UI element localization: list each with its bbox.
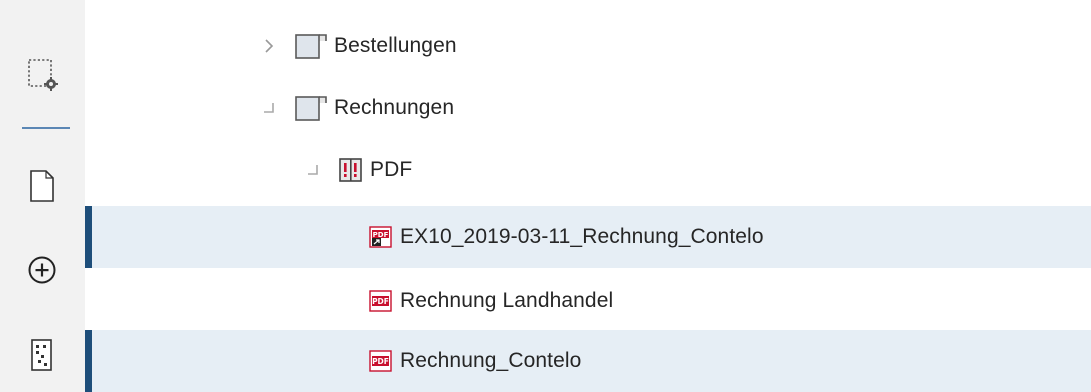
selection-indicator: [85, 330, 92, 392]
left-toolbar: [0, 0, 85, 392]
tree-node-label: Rechnung_Contelo: [400, 349, 582, 372]
new-document-button[interactable]: [22, 168, 62, 208]
expanded-icon[interactable]: [258, 97, 280, 119]
svg-text:PDF: PDF: [372, 297, 389, 306]
register-icon: [338, 156, 364, 184]
folder-icon: [294, 94, 328, 122]
pdf-icon: PDF: [368, 289, 394, 313]
tree-document-rechnung-landhandel[interactable]: PDF Rechnung Landhandel: [85, 270, 1091, 332]
barcode-sheet-button[interactable]: [22, 337, 62, 377]
selection-indicator: [85, 206, 92, 268]
add-button[interactable]: [22, 252, 62, 292]
tree-document-ex10[interactable]: PDF EX10_2019-03-11_Rechnung_Contelo: [85, 206, 1091, 268]
tree-node-label: EX10_2019-03-11_Rechnung_Contelo: [400, 225, 764, 248]
svg-text:PDF: PDF: [373, 231, 389, 239]
expanded-icon[interactable]: [302, 159, 324, 181]
pdf-icon: PDF: [368, 349, 394, 373]
toolbar-separator: [22, 127, 70, 129]
pdf-link-icon: PDF: [368, 225, 394, 249]
document-tree: Bestellungen Rechnungen PDF PDF EX10_201…: [85, 0, 1091, 392]
tree-document-rechnung-contelo[interactable]: PDF Rechnung_Contelo: [85, 330, 1091, 392]
tree-node-bestellungen[interactable]: Bestellungen: [85, 15, 1091, 77]
tree-node-label: Rechnung Landhandel: [400, 289, 614, 312]
selection-settings-button[interactable]: [22, 56, 62, 96]
svg-text:PDF: PDF: [372, 357, 389, 366]
selection-settings-icon: [25, 57, 59, 96]
new-document-icon: [27, 169, 57, 208]
tree-node-label: PDF: [370, 158, 413, 181]
tree-node-label: Rechnungen: [334, 96, 455, 119]
tree-node-label: Bestellungen: [334, 34, 457, 57]
tree-node-pdf[interactable]: PDF: [85, 139, 1091, 201]
tree-node-rechnungen[interactable]: Rechnungen: [85, 77, 1091, 139]
folder-icon: [294, 32, 328, 60]
add-circle-icon: [27, 255, 57, 290]
chevron-right-icon[interactable]: [258, 35, 280, 57]
barcode-sheet-icon: [29, 338, 55, 377]
